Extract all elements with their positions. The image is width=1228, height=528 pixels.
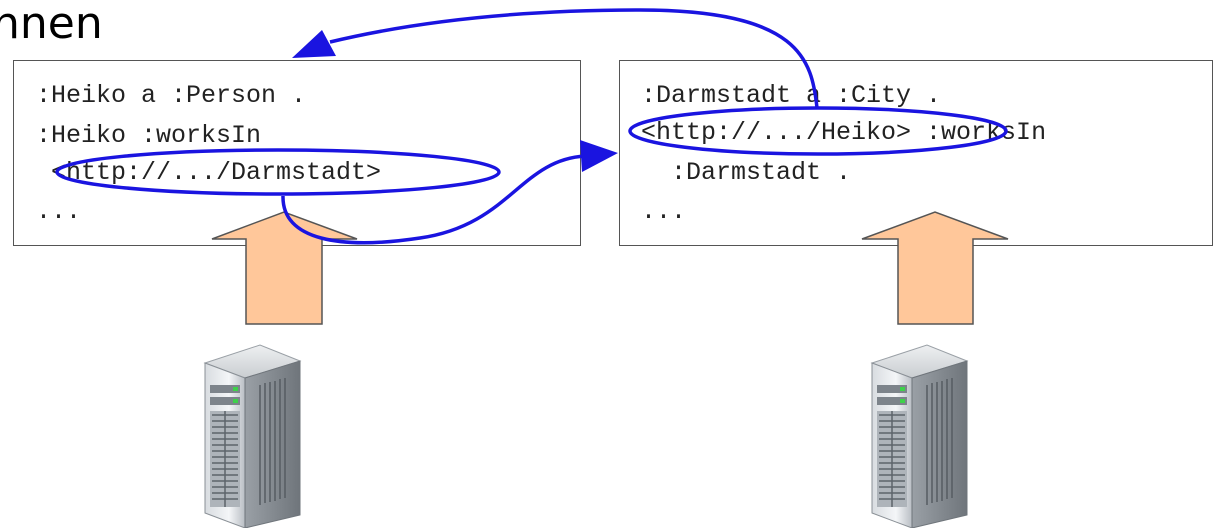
- left-uri-highlight: [55, 148, 501, 196]
- link-arrowhead-left: [292, 30, 336, 58]
- upload-arrow-left: [211, 211, 358, 325]
- upload-arrow-right: [861, 211, 1009, 325]
- link-arrowhead-right: [580, 140, 618, 172]
- diagram-overlay: [55, 8, 1009, 528]
- server-icon: [870, 344, 969, 528]
- server-icon: [203, 344, 302, 528]
- link-arrow-to-left-doc: [329, 8, 819, 109]
- right-uri-highlight: [628, 106, 1008, 156]
